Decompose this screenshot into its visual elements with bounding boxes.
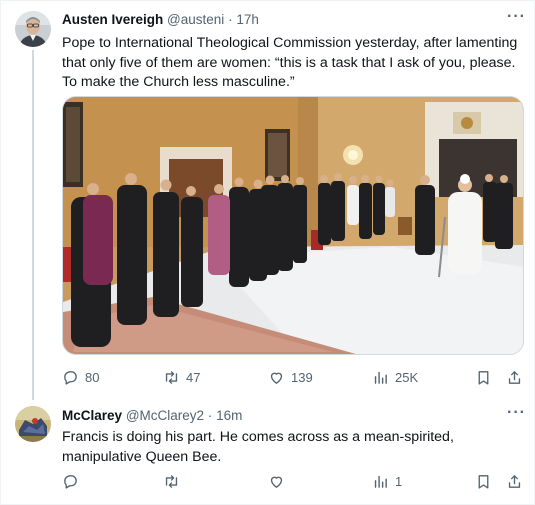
separator: · <box>207 408 213 423</box>
tweet-text: Francis is doing his part. He comes acro… <box>62 428 524 467</box>
tweet-text-line: Francis is doing his part. He comes acro… <box>62 429 454 445</box>
retweet-button[interactable]: 47 <box>163 366 200 388</box>
retweet-button[interactable] <box>163 470 186 492</box>
tweet-austen-ivereigh[interactable]: Austen Ivereigh @austeni · 17h ··· Pope … <box>0 0 535 400</box>
author-handle[interactable]: @austeni <box>167 12 224 27</box>
tweet-text-line: that only five of them are women: “this … <box>62 54 516 71</box>
like-count: 139 <box>291 369 313 385</box>
separator: · <box>228 12 233 27</box>
avatar[interactable] <box>15 11 51 47</box>
timestamp[interactable]: 17h <box>236 12 259 27</box>
retweet-icon <box>165 474 178 488</box>
more-icon[interactable]: ··· <box>507 404 526 422</box>
views-count: 25K <box>395 369 419 385</box>
tweet-text: Pope to International Theological Commis… <box>62 34 524 93</box>
tweet-text-line: To make the Church less masculine.” <box>62 74 295 90</box>
thread-line <box>32 50 34 400</box>
author-name[interactable]: Austen Ivereigh <box>62 12 163 27</box>
bookmark-button[interactable] <box>475 366 492 388</box>
avatar[interactable] <box>15 406 51 442</box>
share-icon <box>508 474 521 488</box>
author-handle[interactable]: @McClarey2 <box>126 408 204 423</box>
tweet-header: McClarey @McClarey2 · 16m <box>62 408 242 423</box>
views-button[interactable]: 1 <box>372 470 402 492</box>
like-icon <box>270 476 283 488</box>
reply-button[interactable] <box>62 470 85 492</box>
tweet-actions: 80 47 139 25K <box>62 366 532 388</box>
tweet-mcclarey[interactable]: McClarey @McClarey2 · 16m ··· Francis is… <box>0 400 535 505</box>
tweet-photo[interactable] <box>62 96 524 355</box>
bookmark-icon <box>478 370 489 385</box>
like-button[interactable]: 139 <box>268 366 313 388</box>
tweet-text-line: Pope to International Theological Commis… <box>62 35 518 51</box>
share-button[interactable] <box>506 366 523 388</box>
views-icon <box>374 475 387 488</box>
bookmark-icon <box>478 474 489 489</box>
retweet-count: 47 <box>186 369 201 385</box>
retweet-icon <box>165 370 178 384</box>
bookmark-button[interactable] <box>475 470 492 492</box>
like-button[interactable] <box>268 470 291 492</box>
tweet-text-line: manipulative Queen Bee. <box>62 448 222 465</box>
like-icon <box>270 372 283 384</box>
author-name[interactable]: McClarey <box>62 408 122 423</box>
reply-icon <box>64 370 77 385</box>
reply-icon <box>64 474 77 489</box>
views-icon <box>374 371 387 384</box>
reply-button[interactable]: 80 <box>62 366 99 388</box>
reply-count: 80 <box>85 369 100 385</box>
views-count: 1 <box>395 473 403 489</box>
tweet-header: Austen Ivereigh @austeni · 17h <box>62 12 259 27</box>
tweet-actions: 1 <box>62 470 532 492</box>
timestamp[interactable]: 16m <box>216 408 242 423</box>
views-button[interactable]: 25K <box>372 366 418 388</box>
share-icon <box>508 370 521 384</box>
share-button[interactable] <box>506 470 523 492</box>
more-icon[interactable]: ··· <box>507 8 526 26</box>
